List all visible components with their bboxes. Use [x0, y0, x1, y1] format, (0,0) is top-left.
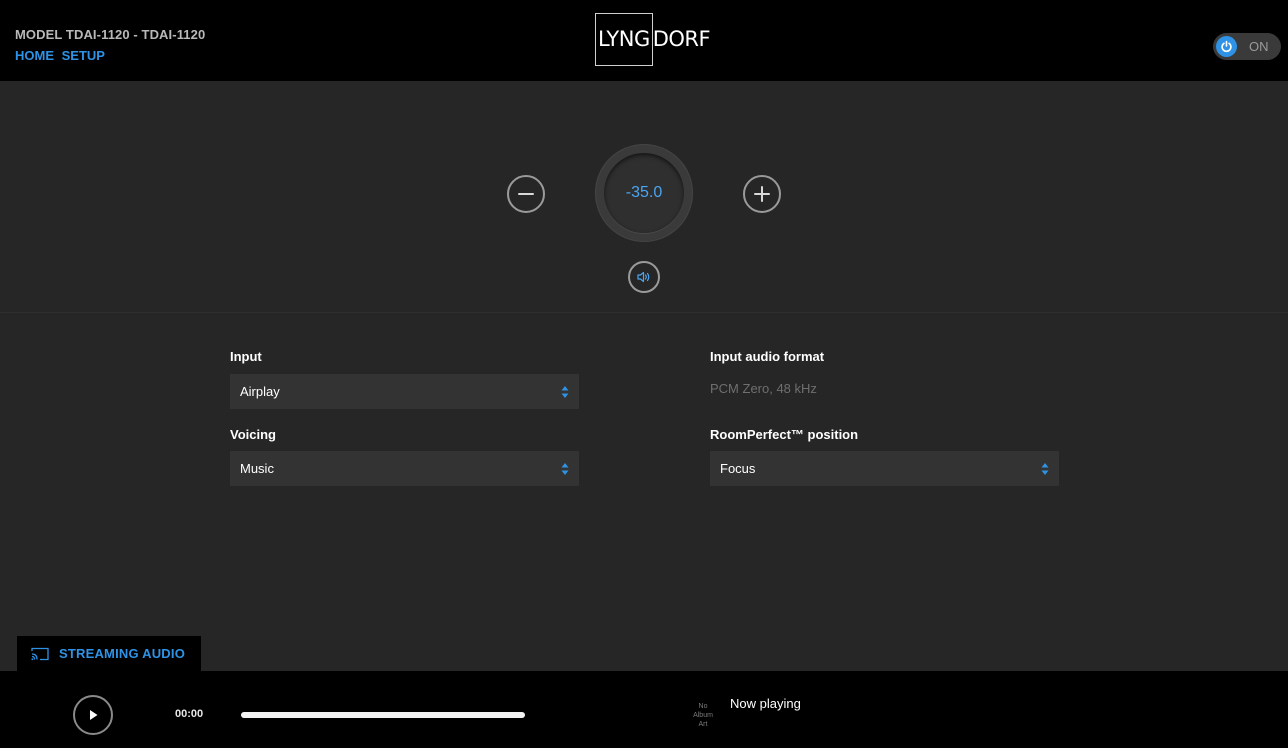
volume-value: -35.0: [604, 153, 684, 233]
input-audio-format-value: PCM Zero, 48 kHz: [710, 381, 817, 396]
input-select[interactable]: Airplay: [230, 374, 579, 409]
player-bar: 00:00 No Album Art Now playing: [0, 671, 1288, 748]
nav-setup-link[interactable]: SETUP: [62, 48, 105, 63]
plus-icon: [754, 186, 770, 202]
album-art-text: Album: [693, 712, 713, 719]
model-name: MODEL TDAI-1120 - TDAI-1120: [15, 27, 206, 42]
input-label: Input: [230, 349, 262, 364]
input-select-value: Airplay: [240, 384, 280, 399]
album-art-text: No: [698, 703, 708, 710]
progress-fill: [241, 712, 525, 718]
roomperfect-label: RoomPerfect™ position: [710, 427, 859, 442]
roomperfect-select-value: Focus: [720, 461, 756, 476]
lyngdorf-logo: LYNG DORF: [595, 13, 711, 66]
album-art-text: Art: [698, 721, 708, 728]
roomperfect-select[interactable]: Focus: [710, 451, 1059, 486]
elapsed-time: 00:00: [175, 708, 204, 720]
speaker-icon: [637, 271, 650, 283]
input-audio-format-label: Input audio format: [710, 349, 825, 364]
voicing-label: Voicing: [230, 427, 276, 442]
volume-section: -35.0: [0, 81, 1288, 313]
select-arrows-icon: [561, 463, 569, 475]
volume-knob[interactable]: -35.0: [595, 144, 693, 242]
logo-text: DORF: [652, 27, 711, 51]
logo-boxed-text: LYNG: [595, 13, 653, 66]
cast-icon: [31, 647, 49, 660]
now-playing-title: Now playing: [730, 696, 801, 711]
power-label: ON: [1249, 39, 1269, 54]
volume-up-button[interactable]: [743, 175, 781, 213]
streaming-audio-tab[interactable]: STREAMING AUDIO: [17, 636, 201, 671]
main-panel: -35.0 Input Airplay Input audio format P…: [0, 81, 1288, 671]
volume-down-button[interactable]: [507, 175, 545, 213]
nav-home-link[interactable]: HOME: [15, 48, 54, 63]
streaming-audio-label: STREAMING AUDIO: [59, 646, 186, 661]
select-arrows-icon: [561, 386, 569, 398]
album-art-placeholder: No Album Art: [688, 702, 718, 729]
play-button[interactable]: [73, 695, 113, 735]
voicing-select[interactable]: Music: [230, 451, 579, 486]
power-icon: [1216, 36, 1237, 57]
mute-button[interactable]: [628, 261, 660, 293]
power-toggle[interactable]: ON: [1213, 33, 1281, 60]
select-arrows-icon: [1041, 463, 1049, 475]
top-header: MODEL TDAI-1120 - TDAI-1120 HOME SETUP L…: [0, 0, 1288, 81]
main-nav: HOME SETUP: [15, 48, 109, 63]
voicing-select-value: Music: [240, 461, 274, 476]
minus-icon: [518, 193, 534, 195]
progress-bar[interactable]: [241, 712, 525, 718]
play-icon: [90, 710, 98, 720]
